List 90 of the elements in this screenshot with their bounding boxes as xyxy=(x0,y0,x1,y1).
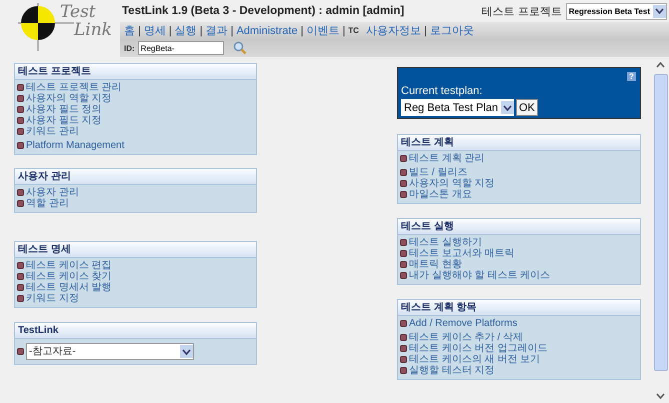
app-title: TestLink 1.9 (Beta 3 - Development) : admin [admin] xyxy=(122,5,404,17)
testplan-select[interactable]: Reg Beta Test Plan xyxy=(401,99,514,116)
nav-link[interactable]: 결과 xyxy=(206,23,228,38)
bullet-icon xyxy=(17,189,24,196)
menu-link[interactable]: 테스트 케이스 추가 / 삭제 xyxy=(409,332,523,343)
bullet-icon xyxy=(400,334,407,341)
logo-text: Link xyxy=(74,21,112,39)
bullet-icon xyxy=(17,84,24,91)
nav-link[interactable]: 사용자정보 xyxy=(366,23,421,38)
project-label: 테스트 프로젝트 xyxy=(482,4,562,18)
menu-link[interactable]: 사용자의 역할 지정 xyxy=(409,178,495,189)
tc-label: TC xyxy=(348,26,359,35)
project-select[interactable]: Regression Beta Test xyxy=(566,2,667,20)
menu-link[interactable]: 마일스톤 개요 xyxy=(409,189,472,200)
menu-link[interactable]: 매트릭 현황 xyxy=(409,259,462,270)
nav-link[interactable]: 홈 xyxy=(124,23,135,38)
logo-text: Test xyxy=(60,3,97,21)
testplan-label: Current testplan: xyxy=(401,85,484,97)
menu-link[interactable]: 테스트 계획 관리 xyxy=(409,153,485,164)
menu-link[interactable]: 테스트 케이스 편집 xyxy=(26,260,112,271)
menu-link[interactable]: 사용자 필드 지정 xyxy=(26,115,102,126)
bullet-icon xyxy=(17,117,24,124)
bullet-icon xyxy=(17,295,24,302)
id-field[interactable]: RegBeta- xyxy=(138,41,224,55)
menu-link[interactable]: Platform Management xyxy=(26,140,124,151)
nav-link[interactable]: Administrate xyxy=(236,24,298,36)
bullet-icon xyxy=(17,142,24,149)
scroll-down-icon[interactable] xyxy=(656,393,665,399)
scroll-up-icon[interactable] xyxy=(656,62,665,68)
ok-button[interactable]: OK xyxy=(516,99,538,116)
panel-title: 테스트 계획 항목 xyxy=(398,300,640,316)
bullet-icon xyxy=(17,262,24,269)
bullet-icon xyxy=(400,239,407,246)
menu-link[interactable]: 내가 실행해야 할 테스트 케이스 xyxy=(409,270,550,281)
menu-link[interactable]: 테스트 케이스 찾기 xyxy=(26,271,112,282)
menu-link[interactable]: 테스트 케이스 버전 업그레이드 xyxy=(409,343,548,354)
nav-separator: | xyxy=(424,24,427,36)
menu-link[interactable]: 테스트 케이스의 새 버전 보기 xyxy=(409,354,540,365)
menu-link[interactable]: 사용자 관리 xyxy=(26,187,79,198)
menu-link[interactable]: 역할 관리 xyxy=(26,198,69,209)
bullet-icon xyxy=(400,345,407,352)
bullet-icon xyxy=(17,348,24,354)
id-label: ID: xyxy=(124,44,135,52)
panel-title: TestLink xyxy=(15,323,256,339)
docs-select[interactable]: -참고자료- xyxy=(26,343,194,360)
bullet-icon xyxy=(400,356,407,363)
menu-link[interactable]: 사용자의 역할 지정 xyxy=(26,93,112,104)
bullet-icon xyxy=(400,155,407,162)
nav-link[interactable]: 로그아웃 xyxy=(430,23,474,38)
bullet-icon xyxy=(17,106,24,113)
bullet-icon xyxy=(17,200,24,207)
menu-link[interactable]: 테스트 명세서 발행 xyxy=(26,282,112,293)
menu-link[interactable]: 키워드 관리 xyxy=(26,126,79,137)
menu-link[interactable]: 실행할 테스터 지정 xyxy=(409,365,495,376)
menu-link[interactable]: 테스트 프로젝트 관리 xyxy=(26,82,122,93)
bullet-icon xyxy=(400,320,407,327)
panel-title: 테스트 실행 xyxy=(398,219,640,235)
search-icon[interactable] xyxy=(232,41,247,55)
bullet-icon xyxy=(17,128,24,135)
menu-link[interactable]: Add / Remove Platforms xyxy=(409,318,518,329)
menu-link[interactable]: 테스트 보고서와 매트릭 xyxy=(409,248,515,259)
panel-title: 사용자 관리 xyxy=(15,169,256,185)
nav-separator: | xyxy=(138,24,141,36)
nav-separator: | xyxy=(200,24,203,36)
menu-link[interactable]: 테스트 실행하기 xyxy=(409,237,482,248)
bullet-icon xyxy=(400,250,407,257)
panel-title: 테스트 프로젝트 xyxy=(15,64,256,80)
menu-link[interactable]: 빌드 / 릴리즈 xyxy=(409,167,468,178)
help-button[interactable]: ? xyxy=(627,72,636,81)
nav-link[interactable]: 실행 xyxy=(174,23,197,38)
nav-separator: | xyxy=(230,24,234,36)
bullet-icon xyxy=(400,191,407,198)
nav-link[interactable]: 명세 xyxy=(144,23,166,38)
panel-title: 테스트 계획 xyxy=(398,135,640,151)
nav-separator: | xyxy=(342,24,346,36)
bullet-icon xyxy=(17,95,24,102)
panel-title: 테스트 명세 xyxy=(15,242,256,258)
menu-link[interactable]: 사용자 필드 정의 xyxy=(26,104,102,115)
menu-link[interactable]: 키워드 지정 xyxy=(26,293,79,304)
bullet-icon xyxy=(400,367,407,374)
bullet-icon xyxy=(400,261,407,268)
bullet-icon xyxy=(17,273,24,280)
bullet-icon xyxy=(400,272,407,279)
bullet-icon xyxy=(400,180,407,187)
nav-link[interactable]: 이벤트 xyxy=(306,23,340,38)
scroll-thumb[interactable] xyxy=(654,74,668,371)
nav-separator: | xyxy=(300,24,304,36)
bullet-icon xyxy=(17,284,24,291)
nav-separator: | xyxy=(168,24,172,36)
bullet-icon xyxy=(400,169,407,176)
